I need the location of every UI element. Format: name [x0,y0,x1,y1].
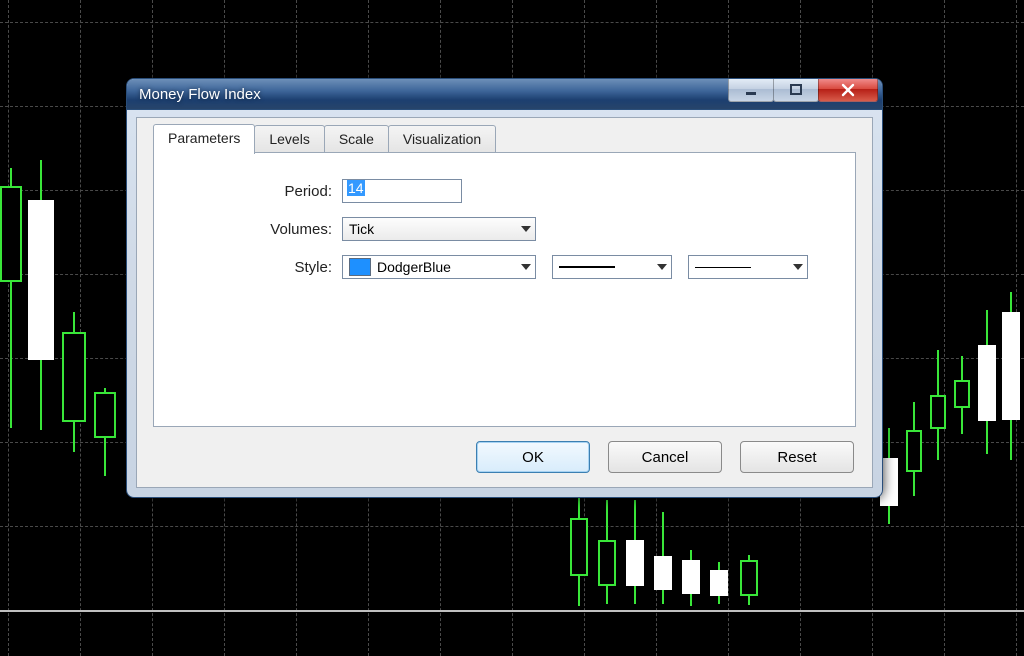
style-line-type-select[interactable] [552,255,672,279]
tab-levels[interactable]: Levels [254,125,324,155]
cancel-button[interactable]: Cancel [608,441,722,473]
period-value: 14 [347,180,365,196]
tab-page-parameters: Period: 14 Volumes: Tick Style: DodgerBl… [153,152,856,427]
volumes-label: Volumes: [154,221,342,238]
minimize-button[interactable] [728,79,774,102]
tab-parameters[interactable]: Parameters [153,124,255,154]
style-line-width-select[interactable] [688,255,808,279]
volumes-value: Tick [349,221,374,237]
tab-visualization[interactable]: Visualization [388,125,496,155]
titlebar[interactable]: Money Flow Index [127,79,882,110]
chevron-down-icon [521,226,531,232]
dialog-button-row: OK Cancel Reset [476,441,854,473]
line-style-sample [559,266,615,268]
dialog-window: Money Flow Index Parameters Levels Scale… [126,78,883,498]
volumes-select[interactable]: Tick [342,217,536,241]
style-label: Style: [154,259,342,276]
reset-button[interactable]: Reset [740,441,854,473]
close-button[interactable] [818,79,878,102]
dialog-client-area: Parameters Levels Scale Visualization Pe… [136,117,873,488]
chevron-down-icon [793,264,803,270]
style-color-select[interactable]: DodgerBlue [342,255,536,279]
style-color-name: DodgerBlue [377,259,451,275]
window-title: Money Flow Index [139,86,261,103]
period-input[interactable]: 14 [342,179,462,203]
line-width-sample [695,267,751,268]
period-label: Period: [154,183,342,200]
chevron-down-icon [657,264,667,270]
ok-button[interactable]: OK [476,441,590,473]
color-swatch [349,258,371,276]
maximize-button[interactable] [773,79,819,102]
tab-strip: Parameters Levels Scale Visualization [153,124,495,154]
chevron-down-icon [521,264,531,270]
tab-scale[interactable]: Scale [324,125,389,155]
